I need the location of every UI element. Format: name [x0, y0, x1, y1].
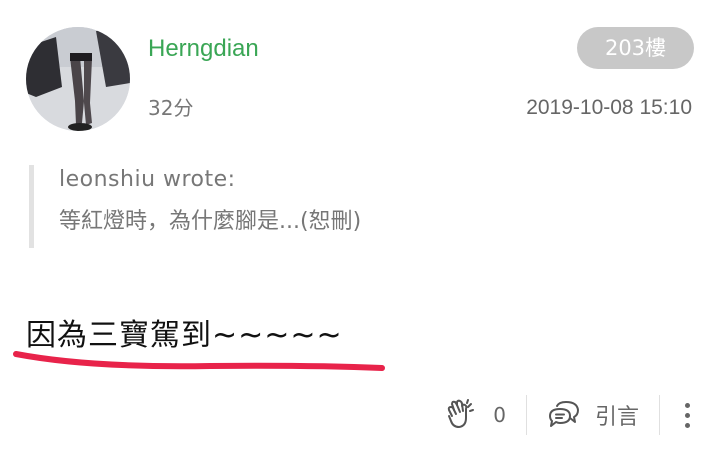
- avatar-image: [26, 27, 130, 131]
- vertical-dots-icon: [684, 422, 690, 428]
- action-divider: [525, 395, 527, 435]
- vertical-dots-icon: [684, 412, 690, 418]
- red-underline-annotation: [13, 351, 385, 371]
- floor-badge: 203樓: [577, 27, 694, 69]
- post-timestamp: 2019-10-08 15:10: [526, 96, 692, 119]
- like-button[interactable]: 0: [445, 399, 506, 431]
- username[interactable]: Herngdian: [148, 34, 259, 64]
- post-actions: 0 引言: [445, 393, 694, 437]
- action-divider: [659, 395, 660, 435]
- more-options-button[interactable]: [680, 395, 694, 435]
- user-score: 32分: [148, 96, 194, 120]
- quote-block: leonshiu wrote: 等紅燈時，為什麼腳是...(恕刪): [29, 165, 669, 248]
- quote-label: 引言: [594, 405, 639, 430]
- clapping-hands-icon: [448, 399, 475, 428]
- quote-button[interactable]: 引言: [547, 399, 639, 431]
- like-count: 0: [493, 403, 506, 427]
- vertical-dots-icon: [684, 402, 690, 408]
- quote-text: 等紅燈時，為什麼腳是...(恕刪): [59, 209, 362, 234]
- quote-author: leonshiu wrote:: [59, 167, 236, 192]
- avatar[interactable]: [26, 27, 130, 131]
- speech-bubbles-icon: [548, 401, 579, 427]
